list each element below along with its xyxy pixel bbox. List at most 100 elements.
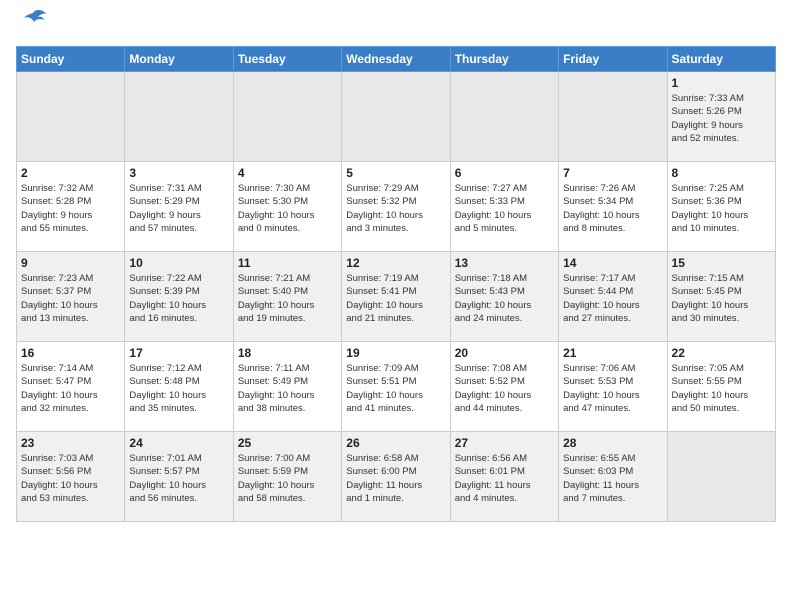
day-number: 8 [672,166,771,180]
calendar-cell: 8 Sunrise: 7:25 AM Sunset: 5:36 PM Daylig… [667,162,775,252]
day-number: 11 [238,256,337,270]
calendar-cell: 18 Sunrise: 7:11 AM Sunset: 5:49 PM Dayli… [233,342,341,432]
weekday-header-tuesday: Tuesday [233,47,341,72]
calendar-cell [342,72,450,162]
calendar-cell: 6 Sunrise: 7:27 AM Sunset: 5:33 PM Daylig… [450,162,558,252]
day-number: 23 [21,436,120,450]
calendar-cell [667,432,775,522]
calendar-table: SundayMondayTuesdayWednesdayThursdayFrid… [16,46,776,522]
day-info: Sunrise: 7:32 AM Sunset: 5:28 PM Dayligh… [21,182,120,235]
day-info: Sunrise: 7:31 AM Sunset: 5:29 PM Dayligh… [129,182,228,235]
calendar-cell: 26 Sunrise: 6:58 AM Sunset: 6:00 PM Dayli… [342,432,450,522]
day-number: 14 [563,256,662,270]
calendar-cell: 12 Sunrise: 7:19 AM Sunset: 5:41 PM Dayli… [342,252,450,342]
day-number: 16 [21,346,120,360]
day-info: Sunrise: 7:29 AM Sunset: 5:32 PM Dayligh… [346,182,445,235]
day-info: Sunrise: 7:19 AM Sunset: 5:41 PM Dayligh… [346,272,445,325]
calendar-cell: 7 Sunrise: 7:26 AM Sunset: 5:34 PM Daylig… [559,162,667,252]
day-info: Sunrise: 7:23 AM Sunset: 5:37 PM Dayligh… [21,272,120,325]
calendar-week-row: 16 Sunrise: 7:14 AM Sunset: 5:47 PM Dayli… [17,342,776,432]
day-info: Sunrise: 7:30 AM Sunset: 5:30 PM Dayligh… [238,182,337,235]
calendar-cell: 17Sunrise: 7:12 AM Sunset: 5:48 PM Dayli… [125,342,233,432]
day-info: Sunrise: 7:33 AM Sunset: 5:26 PM Dayligh… [672,92,771,145]
calendar-cell: 3 Sunrise: 7:31 AM Sunset: 5:29 PM Daylig… [125,162,233,252]
calendar-cell: 11 Sunrise: 7:21 AM Sunset: 5:40 PM Dayli… [233,252,341,342]
day-number: 15 [672,256,771,270]
day-number: 4 [238,166,337,180]
weekday-header-friday: Friday [559,47,667,72]
calendar-week-row: 2 Sunrise: 7:32 AM Sunset: 5:28 PM Daylig… [17,162,776,252]
day-info: Sunrise: 7:14 AM Sunset: 5:47 PM Dayligh… [21,362,120,415]
day-info: Sunrise: 7:03 AM Sunset: 5:56 PM Dayligh… [21,452,120,505]
day-number: 3 [129,166,228,180]
day-number: 27 [455,436,554,450]
calendar-cell [559,72,667,162]
day-number: 9 [21,256,120,270]
calendar-cell [17,72,125,162]
day-number: 2 [21,166,120,180]
day-info: Sunrise: 7:05 AM Sunset: 5:55 PM Dayligh… [672,362,771,415]
logo [16,16,48,38]
day-number: 10 [129,256,228,270]
day-info: Sunrise: 7:00 AM Sunset: 5:59 PM Dayligh… [238,452,337,505]
day-number: 19 [346,346,445,360]
weekday-header-wednesday: Wednesday [342,47,450,72]
day-info: Sunrise: 7:27 AM Sunset: 5:33 PM Dayligh… [455,182,554,235]
day-info: Sunrise: 7:09 AM Sunset: 5:51 PM Dayligh… [346,362,445,415]
calendar-cell: 21Sunrise: 7:06 AM Sunset: 5:53 PM Dayli… [559,342,667,432]
logo-bird-icon [18,8,48,36]
day-number: 25 [238,436,337,450]
calendar-cell: 4 Sunrise: 7:30 AM Sunset: 5:30 PM Daylig… [233,162,341,252]
day-number: 12 [346,256,445,270]
calendar-cell: 20 Sunrise: 7:08 AM Sunset: 5:52 PM Dayli… [450,342,558,432]
calendar-week-row: 23 Sunrise: 7:03 AM Sunset: 5:56 PM Dayli… [17,432,776,522]
calendar-cell: 10 Sunrise: 7:22 AM Sunset: 5:39 PM Dayli… [125,252,233,342]
day-number: 22 [672,346,771,360]
day-info: Sunrise: 6:56 AM Sunset: 6:01 PM Dayligh… [455,452,554,505]
calendar-cell: 23 Sunrise: 7:03 AM Sunset: 5:56 PM Dayli… [17,432,125,522]
day-number: 17 [129,346,228,360]
day-number: 24 [129,436,228,450]
calendar-cell [233,72,341,162]
day-number: 1 [672,76,771,90]
calendar-week-row: 1 Sunrise: 7:33 AM Sunset: 5:26 PM Daylig… [17,72,776,162]
weekday-header-monday: Monday [125,47,233,72]
calendar-cell: 27 Sunrise: 6:56 AM Sunset: 6:01 PM Dayli… [450,432,558,522]
day-info: Sunrise: 7:21 AM Sunset: 5:40 PM Dayligh… [238,272,337,325]
day-number: 18 [238,346,337,360]
calendar-cell: 16 Sunrise: 7:14 AM Sunset: 5:47 PM Dayli… [17,342,125,432]
day-number: 13 [455,256,554,270]
calendar-cell: 2 Sunrise: 7:32 AM Sunset: 5:28 PM Daylig… [17,162,125,252]
calendar-cell: 1 Sunrise: 7:33 AM Sunset: 5:26 PM Daylig… [667,72,775,162]
calendar-cell: 9 Sunrise: 7:23 AM Sunset: 5:37 PM Daylig… [17,252,125,342]
day-number: 26 [346,436,445,450]
day-number: 7 [563,166,662,180]
day-number: 6 [455,166,554,180]
day-info: Sunrise: 7:06 AM Sunset: 5:53 PM Dayligh… [563,362,662,415]
calendar-header-row: SundayMondayTuesdayWednesdayThursdayFrid… [17,47,776,72]
calendar-week-row: 9 Sunrise: 7:23 AM Sunset: 5:37 PM Daylig… [17,252,776,342]
calendar-cell: 5Sunrise: 7:29 AM Sunset: 5:32 PM Daylig… [342,162,450,252]
day-number: 20 [455,346,554,360]
day-info: Sunrise: 7:08 AM Sunset: 5:52 PM Dayligh… [455,362,554,415]
day-info: Sunrise: 6:58 AM Sunset: 6:00 PM Dayligh… [346,452,445,505]
calendar-cell: 24Sunrise: 7:01 AM Sunset: 5:57 PM Dayli… [125,432,233,522]
day-info: Sunrise: 7:17 AM Sunset: 5:44 PM Dayligh… [563,272,662,325]
weekday-header-saturday: Saturday [667,47,775,72]
day-info: Sunrise: 7:25 AM Sunset: 5:36 PM Dayligh… [672,182,771,235]
day-info: Sunrise: 7:11 AM Sunset: 5:49 PM Dayligh… [238,362,337,415]
weekday-header-thursday: Thursday [450,47,558,72]
calendar-cell: 13Sunrise: 7:18 AM Sunset: 5:43 PM Dayli… [450,252,558,342]
calendar-cell: 19 Sunrise: 7:09 AM Sunset: 5:51 PM Dayli… [342,342,450,432]
weekday-header-sunday: Sunday [17,47,125,72]
calendar-cell: 22 Sunrise: 7:05 AM Sunset: 5:55 PM Dayli… [667,342,775,432]
calendar-cell: 15 Sunrise: 7:15 AM Sunset: 5:45 PM Dayli… [667,252,775,342]
calendar-cell: 25 Sunrise: 7:00 AM Sunset: 5:59 PM Dayli… [233,432,341,522]
calendar-cell: 14 Sunrise: 7:17 AM Sunset: 5:44 PM Dayli… [559,252,667,342]
day-info: Sunrise: 6:55 AM Sunset: 6:03 PM Dayligh… [563,452,662,505]
calendar-cell [450,72,558,162]
day-info: Sunrise: 7:22 AM Sunset: 5:39 PM Dayligh… [129,272,228,325]
day-info: Sunrise: 7:15 AM Sunset: 5:45 PM Dayligh… [672,272,771,325]
day-info: Sunrise: 7:26 AM Sunset: 5:34 PM Dayligh… [563,182,662,235]
day-number: 28 [563,436,662,450]
